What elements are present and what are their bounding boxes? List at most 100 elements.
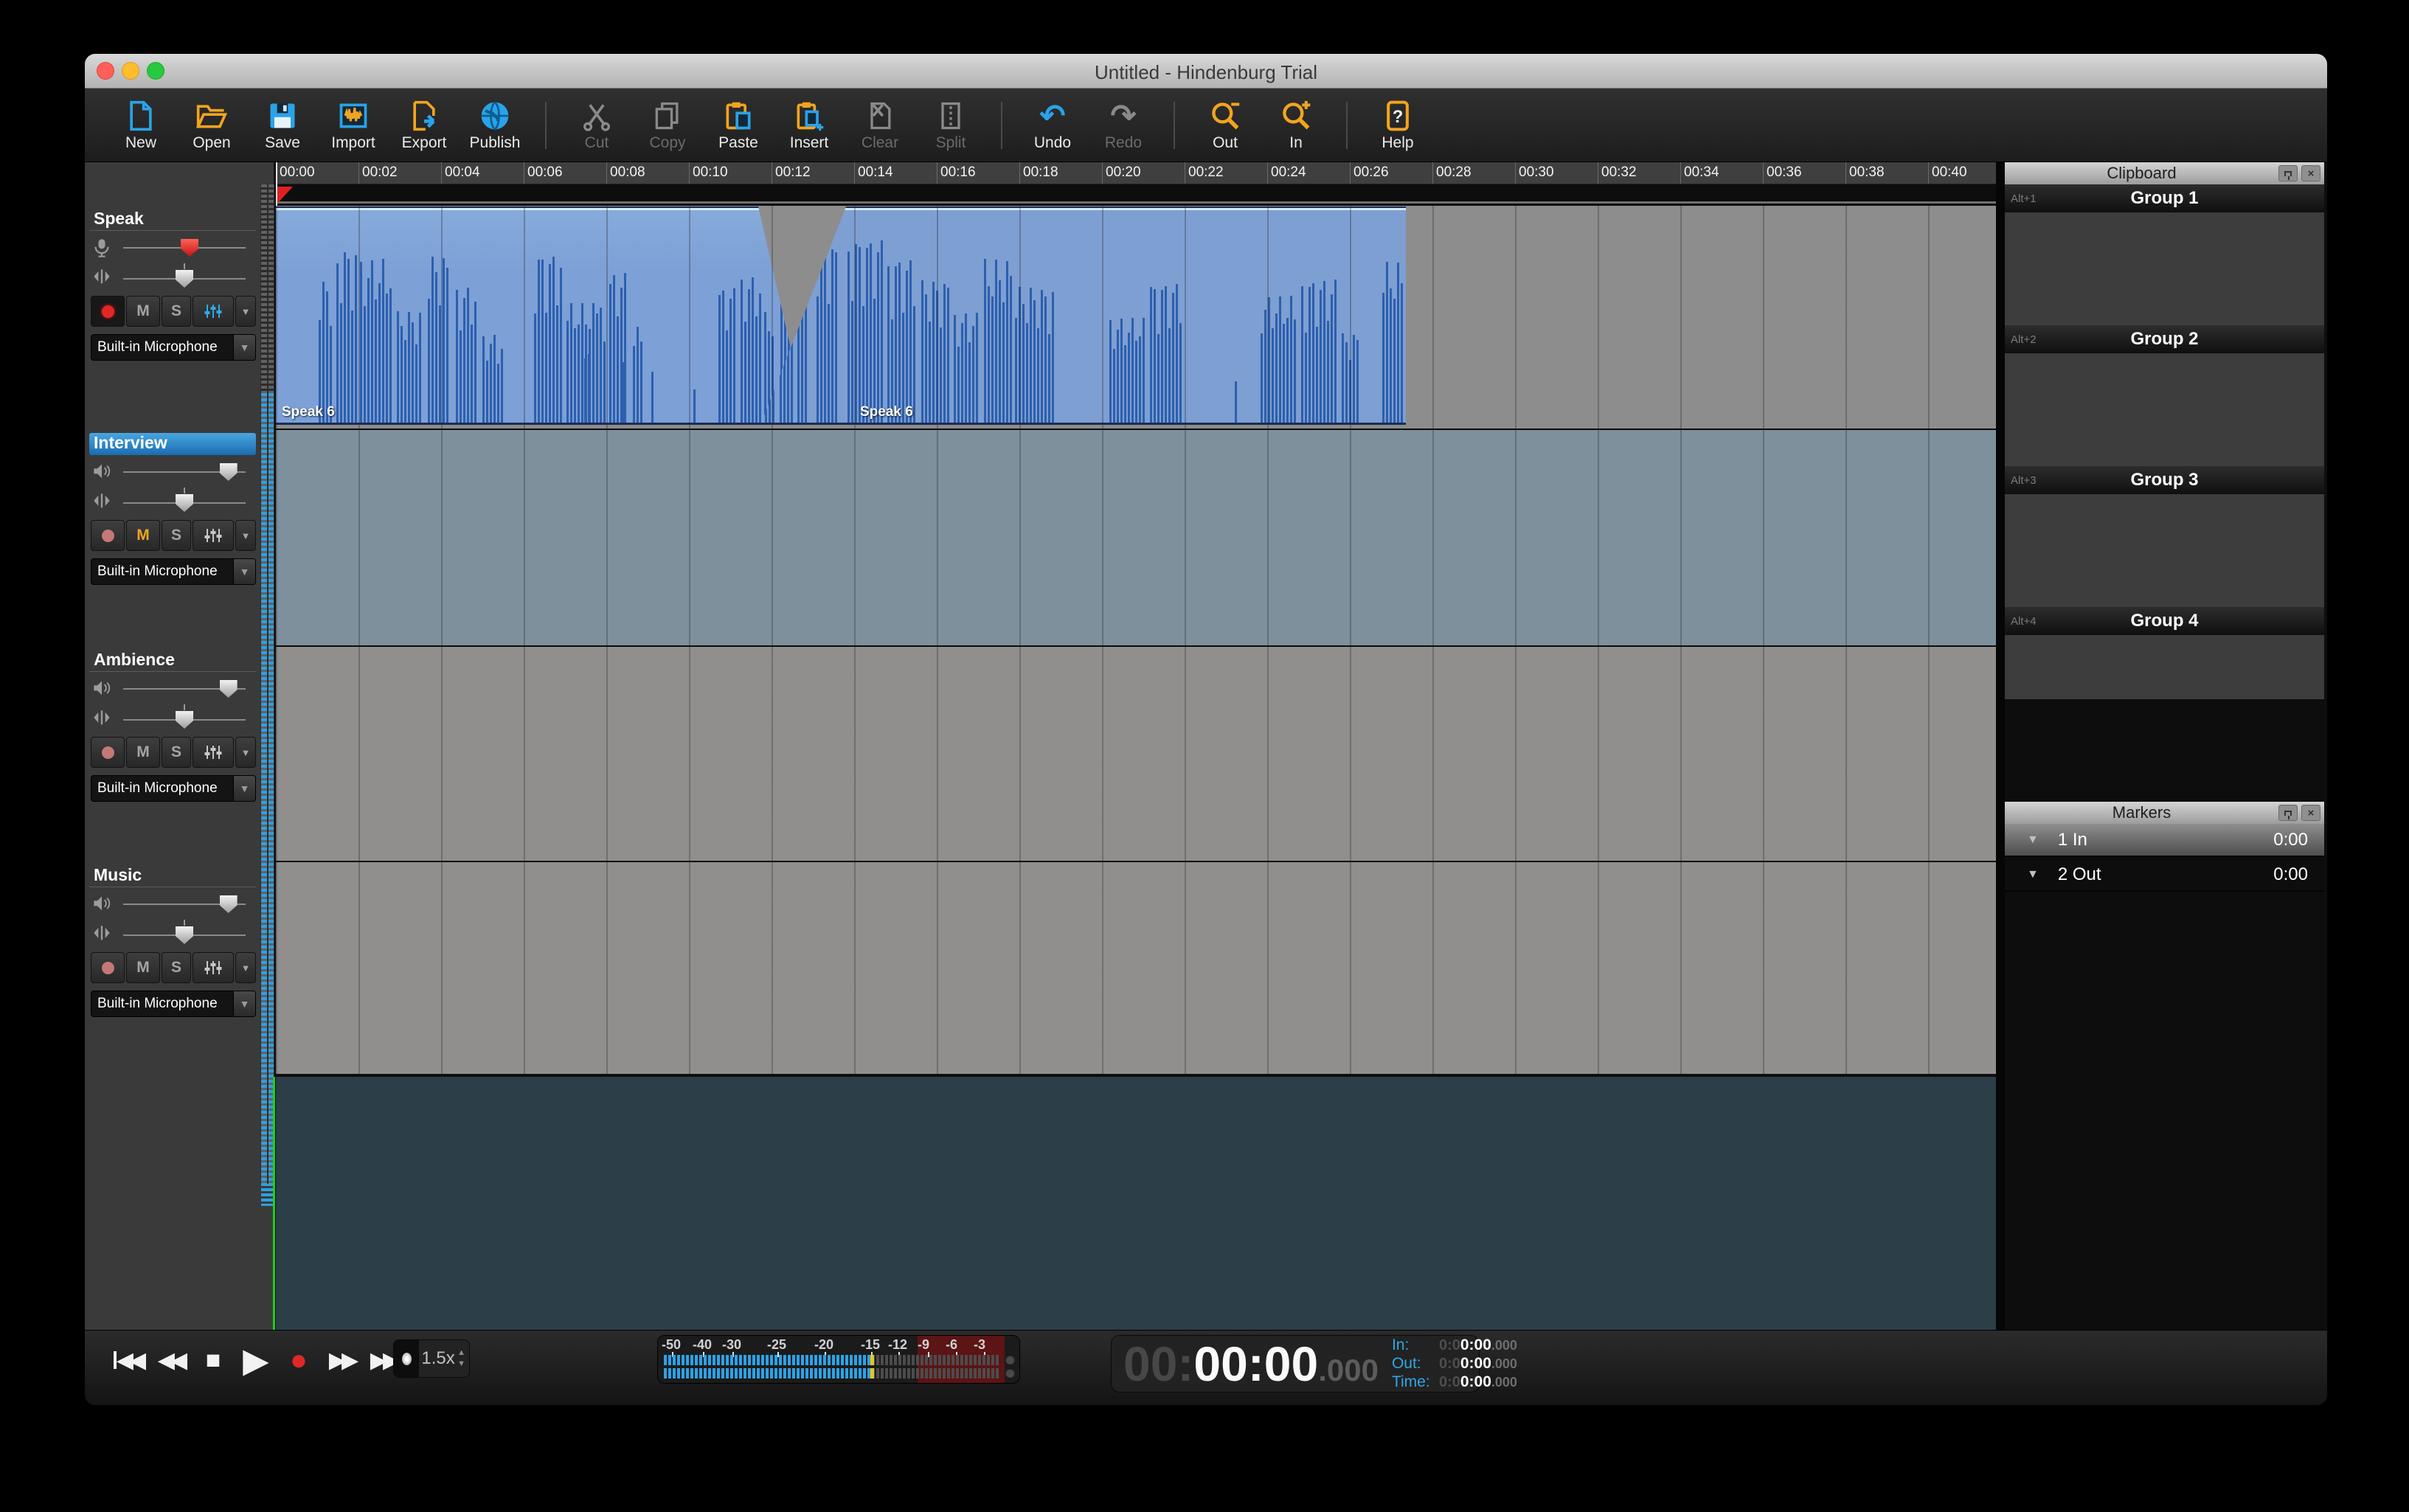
clipboard-group-body[interactable] — [2005, 494, 2324, 607]
save-button[interactable]: Save — [247, 99, 318, 152]
audio-clip[interactable]: Speak 6 — [760, 207, 1406, 425]
eq-button[interactable] — [193, 296, 234, 327]
clipboard-group-body[interactable] — [2005, 353, 2324, 466]
solo-button[interactable]: S — [162, 737, 191, 768]
new-button[interactable]: New — [105, 99, 176, 152]
volume-slider-thumb[interactable] — [181, 239, 198, 257]
speed-up-icon[interactable]: ▲ — [457, 1349, 465, 1357]
marker-row[interactable]: ▼1 In0:00 — [2005, 824, 2324, 857]
track-title[interactable]: Speak — [89, 209, 256, 231]
track-lane-music[interactable] — [276, 862, 1996, 1074]
mute-button[interactable]: M — [126, 520, 160, 551]
mute-button[interactable]: M — [126, 737, 160, 768]
speed-indicator-button[interactable] — [394, 1340, 419, 1377]
clipboard-close-button[interactable]: × — [2301, 165, 2320, 181]
track-menu-button[interactable]: ▼ — [235, 952, 256, 983]
publish-button[interactable]: Publish — [460, 99, 530, 152]
in-button[interactable]: In — [1261, 99, 1331, 152]
dropdown-arrow-button[interactable]: ▼ — [233, 559, 255, 584]
record-arm-button[interactable] — [91, 520, 125, 551]
track-menu-button[interactable]: ▼ — [235, 296, 256, 327]
clipboard-pin-button[interactable] — [2278, 165, 2298, 181]
playhead-flag-icon[interactable] — [277, 187, 293, 204]
rewind-button[interactable]: ◀◀ — [154, 1341, 187, 1379]
mute-button[interactable]: M — [126, 952, 160, 983]
markers-panel-header[interactable]: Markers × — [2005, 802, 2324, 824]
volume-slider[interactable] — [123, 238, 246, 257]
input-device-dropdown[interactable]: Built-in Microphone▼ — [91, 334, 256, 361]
eq-button[interactable] — [193, 520, 234, 551]
playhead-line[interactable] — [273, 1077, 275, 1330]
import-button[interactable]: Import — [318, 99, 389, 152]
clipboard-group-bar[interactable]: Alt+4Group 4 — [2005, 607, 2324, 635]
track-title[interactable]: Interview — [89, 433, 256, 455]
pan-slider[interactable] — [123, 493, 246, 513]
eq-button[interactable] — [193, 737, 234, 768]
export-button[interactable]: Export — [389, 99, 460, 152]
solo-button[interactable]: S — [162, 296, 191, 327]
marker-lane[interactable] — [276, 184, 1996, 204]
speed-stepper[interactable]: ▲▼ — [457, 1349, 469, 1368]
track-lane-speak[interactable]: Speak 6Speak 6 — [276, 206, 1996, 429]
markers-pin-button[interactable] — [2278, 805, 2298, 821]
dropdown-arrow-button[interactable]: ▼ — [233, 776, 255, 801]
pan-slider-thumb[interactable] — [176, 494, 193, 512]
pan-slider-thumb[interactable] — [176, 926, 193, 944]
clipboard-panel-header[interactable]: Clipboard × — [2005, 162, 2324, 184]
clipboard-group-bar[interactable]: Alt+3Group 3 — [2005, 466, 2324, 494]
volume-slider-thumb[interactable] — [220, 895, 238, 913]
markers-close-button[interactable]: × — [2301, 805, 2320, 821]
track-menu-button[interactable]: ▼ — [235, 520, 256, 551]
volume-slider-thumb[interactable] — [220, 680, 238, 698]
pan-slider-thumb[interactable] — [176, 711, 193, 729]
insert-button[interactable]: Insert — [774, 99, 845, 152]
title-bar[interactable]: Untitled - Hindenburg Trial — [85, 54, 2327, 89]
stop-button[interactable]: ■ — [197, 1341, 229, 1379]
mute-button[interactable]: M — [126, 296, 160, 327]
track-lanes[interactable]: Speak 6Speak 6 — [276, 206, 1996, 1075]
paste-button[interactable]: Paste — [703, 99, 774, 152]
out-button[interactable]: Out — [1190, 99, 1261, 152]
solo-button[interactable]: S — [162, 520, 191, 551]
input-device-dropdown[interactable]: Built-in Microphone▼ — [91, 991, 256, 1017]
pan-slider[interactable] — [123, 710, 246, 729]
eq-button[interactable] — [193, 952, 234, 983]
playback-speed-control[interactable]: 1.5x ▲▼ — [393, 1339, 470, 1378]
pan-slider[interactable] — [123, 269, 246, 288]
volume-slider[interactable] — [123, 895, 246, 914]
pan-slider[interactable] — [123, 926, 246, 945]
record-arm-button[interactable] — [91, 737, 125, 768]
dropdown-arrow-button[interactable]: ▼ — [233, 991, 255, 1016]
record-arm-button[interactable] — [91, 952, 125, 983]
clipboard-group-body[interactable] — [2005, 212, 2324, 325]
record-button[interactable]: ● — [283, 1341, 315, 1379]
volume-slider[interactable] — [123, 462, 246, 482]
help-button[interactable]: ?Help — [1362, 99, 1433, 152]
open-button[interactable]: Open — [176, 99, 247, 152]
track-menu-button[interactable]: ▼ — [235, 737, 256, 768]
timeline-grid[interactable]: 00:0000:0200:0400:0600:0800:1000:1200:14… — [276, 162, 1996, 1330]
clipboard-group-body[interactable] — [2005, 635, 2324, 699]
record-arm-button[interactable] — [91, 296, 125, 327]
input-device-dropdown[interactable]: Built-in Microphone▼ — [91, 558, 256, 585]
timeline-ruler[interactable]: 00:0000:0200:0400:0600:0800:1000:1200:14… — [276, 162, 1996, 184]
dropdown-arrow-button[interactable]: ▼ — [233, 335, 255, 360]
speed-down-icon[interactable]: ▼ — [457, 1360, 465, 1368]
audio-clip[interactable]: Speak 6 — [276, 207, 808, 425]
marker-row[interactable]: ▼2 Out0:00 — [2005, 859, 2324, 892]
track-lane-interview[interactable] — [276, 430, 1996, 645]
volume-slider[interactable] — [123, 679, 246, 698]
input-device-dropdown[interactable]: Built-in Microphone▼ — [91, 775, 256, 802]
marker-expand-icon[interactable]: ▼ — [2005, 833, 2058, 847]
skip-to-start-button[interactable]: ◀◀ — [111, 1341, 144, 1379]
marker-expand-icon[interactable]: ▼ — [2005, 868, 2058, 881]
volume-slider-thumb[interactable] — [220, 463, 238, 481]
fast-forward-button[interactable]: ▶▶ — [325, 1341, 358, 1379]
track-title[interactable]: Music — [89, 865, 256, 887]
solo-button[interactable]: S — [162, 952, 191, 983]
track-title[interactable]: Ambience — [89, 650, 256, 672]
undo-button[interactable]: ↶Undo — [1017, 99, 1088, 152]
pan-slider-thumb[interactable] — [176, 270, 193, 288]
track-lane-ambience[interactable] — [276, 647, 1996, 861]
clipboard-group-bar[interactable]: Alt+1Group 1 — [2005, 184, 2324, 212]
